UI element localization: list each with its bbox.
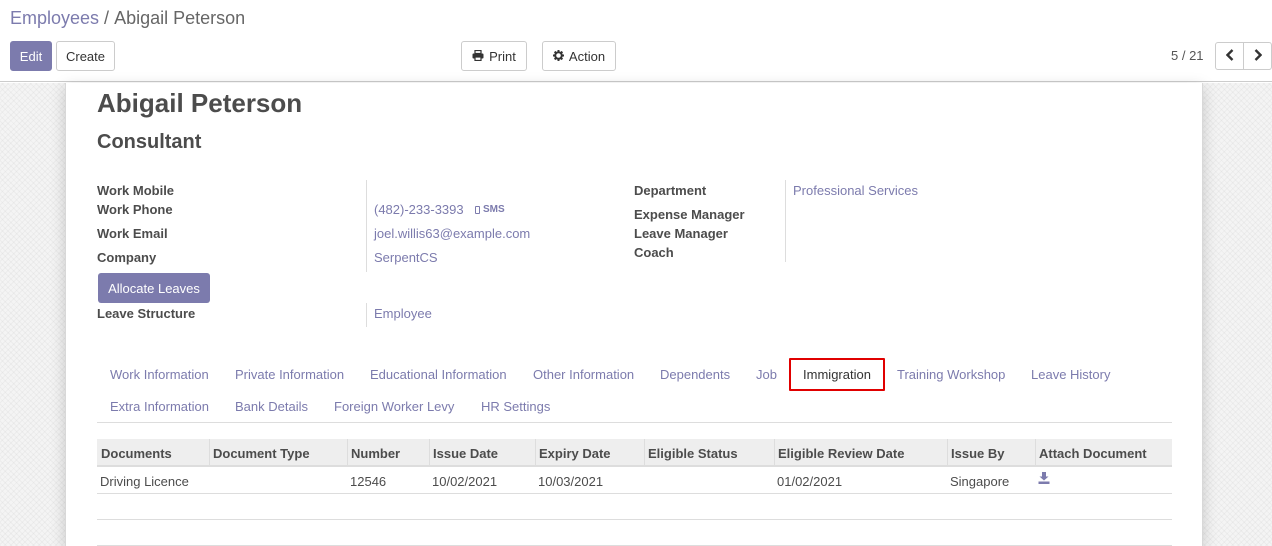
action-button[interactable]: Action	[542, 41, 616, 71]
breadcrumb-separator: /	[104, 8, 110, 28]
company-label: Company	[97, 250, 157, 265]
chevron-right-icon	[1254, 48, 1262, 64]
tab-immigration[interactable]: Immigration	[789, 358, 885, 391]
breadcrumb-current: Abigail Peterson	[114, 8, 246, 28]
column-separator	[1035, 439, 1036, 465]
tab-training-workshop[interactable]: Training Workshop	[897, 367, 1005, 382]
breadcrumb: Employees / Abigail Peterson	[10, 8, 245, 29]
tab-hr-settings[interactable]: HR Settings	[481, 399, 550, 414]
table-row[interactable]: Driving Licence 12546 10/02/2021 10/03/2…	[97, 467, 1172, 494]
tab-foreign-worker-levy[interactable]: Foreign Worker Levy	[334, 399, 454, 414]
tab-private-information[interactable]: Private Information	[235, 367, 344, 382]
sms-label: SMS	[483, 204, 505, 215]
leave-structure-value[interactable]: Employee	[374, 306, 432, 321]
tab-extra-information[interactable]: Extra Information	[110, 399, 209, 414]
column-separator	[774, 439, 775, 465]
column-header-issue-by[interactable]: Issue By	[951, 446, 1004, 461]
tab-immigration-label: Immigration	[803, 367, 871, 382]
table-row-empty	[97, 494, 1172, 520]
field-divider-leave-structure	[366, 303, 367, 327]
work-email-value[interactable]: joel.willis63@example.com	[374, 226, 530, 241]
expense-manager-label: Expense Manager	[634, 207, 745, 222]
cell-number: 12546	[350, 474, 387, 489]
column-separator	[347, 439, 348, 465]
column-header-attach-document[interactable]: Attach Document	[1039, 446, 1147, 461]
download-icon[interactable]	[1038, 472, 1050, 487]
tab-dependents[interactable]: Dependents	[660, 367, 730, 382]
column-separator	[947, 439, 948, 465]
tabs-divider	[97, 422, 1172, 423]
column-header-documents[interactable]: Documents	[101, 446, 172, 461]
field-divider-left	[366, 180, 367, 272]
create-button-label: Create	[65, 48, 106, 64]
tab-bank-details[interactable]: Bank Details	[235, 399, 308, 414]
leave-structure-label: Leave Structure	[97, 306, 196, 321]
column-header-document-type[interactable]: Document Type	[213, 446, 310, 461]
tab-other-information[interactable]: Other Information	[533, 367, 634, 382]
cell-expiry-date: 10/03/2021	[538, 474, 604, 489]
cell-eligible-review-date: 01/02/2021	[777, 474, 843, 489]
employee-name: Abigail Peterson	[97, 88, 303, 118]
column-header-issue-date[interactable]: Issue Date	[433, 446, 498, 461]
gear-icon	[552, 49, 564, 64]
tab-leave-history[interactable]: Leave History	[1031, 367, 1110, 382]
column-separator	[429, 439, 430, 465]
pager-next-button[interactable]	[1243, 42, 1272, 70]
breadcrumb-employees-link[interactable]: Employees	[10, 8, 99, 28]
edit-button[interactable]: Edit	[10, 41, 52, 71]
print-icon	[472, 49, 484, 64]
tab-work-information[interactable]: Work Information	[110, 367, 209, 382]
department-label: Department	[634, 183, 707, 198]
cell-documents: Driving Licence	[100, 474, 189, 489]
sms-link[interactable]: SMS	[475, 204, 505, 215]
pager-previous-button[interactable]	[1215, 42, 1244, 70]
chevron-left-icon	[1225, 48, 1234, 64]
tab-educational-information[interactable]: Educational Information	[370, 367, 507, 382]
action-button-label: Action	[568, 48, 606, 64]
coach-label: Coach	[634, 245, 674, 260]
column-header-eligible-status[interactable]: Eligible Status	[648, 446, 738, 461]
pager-value[interactable]: 5 / 21	[1171, 48, 1204, 63]
field-divider-right	[785, 180, 786, 262]
column-header-expiry-date[interactable]: Expiry Date	[539, 446, 611, 461]
column-separator	[535, 439, 536, 465]
work-mobile-label: Work Mobile	[97, 183, 175, 198]
employee-job-title: Consultant	[97, 131, 202, 153]
column-header-number[interactable]: Number	[351, 446, 400, 461]
create-button[interactable]: Create	[56, 41, 115, 71]
work-email-label: Work Email	[97, 226, 168, 241]
column-header-eligible-review-date[interactable]: Eligible Review Date	[778, 446, 904, 461]
cell-issue-by: Singapore	[950, 474, 1010, 489]
leave-manager-label: Leave Manager	[634, 226, 728, 241]
column-separator	[644, 439, 645, 465]
column-separator	[209, 439, 210, 465]
company-value[interactable]: SerpentCS	[374, 250, 438, 265]
cell-issue-date: 10/02/2021	[432, 474, 498, 489]
immigration-table-header: Documents Document Type Number Issue Dat…	[97, 439, 1172, 467]
allocate-leaves-button[interactable]: Allocate Leaves	[98, 273, 210, 303]
employee-form-sheet: Abigail Peterson Consultant Work Mobile …	[65, 83, 1203, 546]
table-row-empty	[97, 520, 1172, 546]
department-value[interactable]: Professional Services	[793, 183, 918, 198]
allocate-leaves-label: Allocate Leaves	[108, 280, 200, 296]
print-button[interactable]: Print	[461, 41, 527, 71]
control-panel: Employees / Abigail Peterson Edit Create P…	[0, 0, 1272, 82]
tab-job[interactable]: Job	[756, 367, 777, 382]
work-phone-label: Work Phone	[97, 202, 173, 217]
mobile-phone-icon	[475, 205, 480, 214]
edit-button-label: Edit	[19, 48, 43, 64]
work-phone-value[interactable]: (482)-233-3393	[374, 202, 464, 217]
print-button-label: Print	[489, 48, 516, 64]
